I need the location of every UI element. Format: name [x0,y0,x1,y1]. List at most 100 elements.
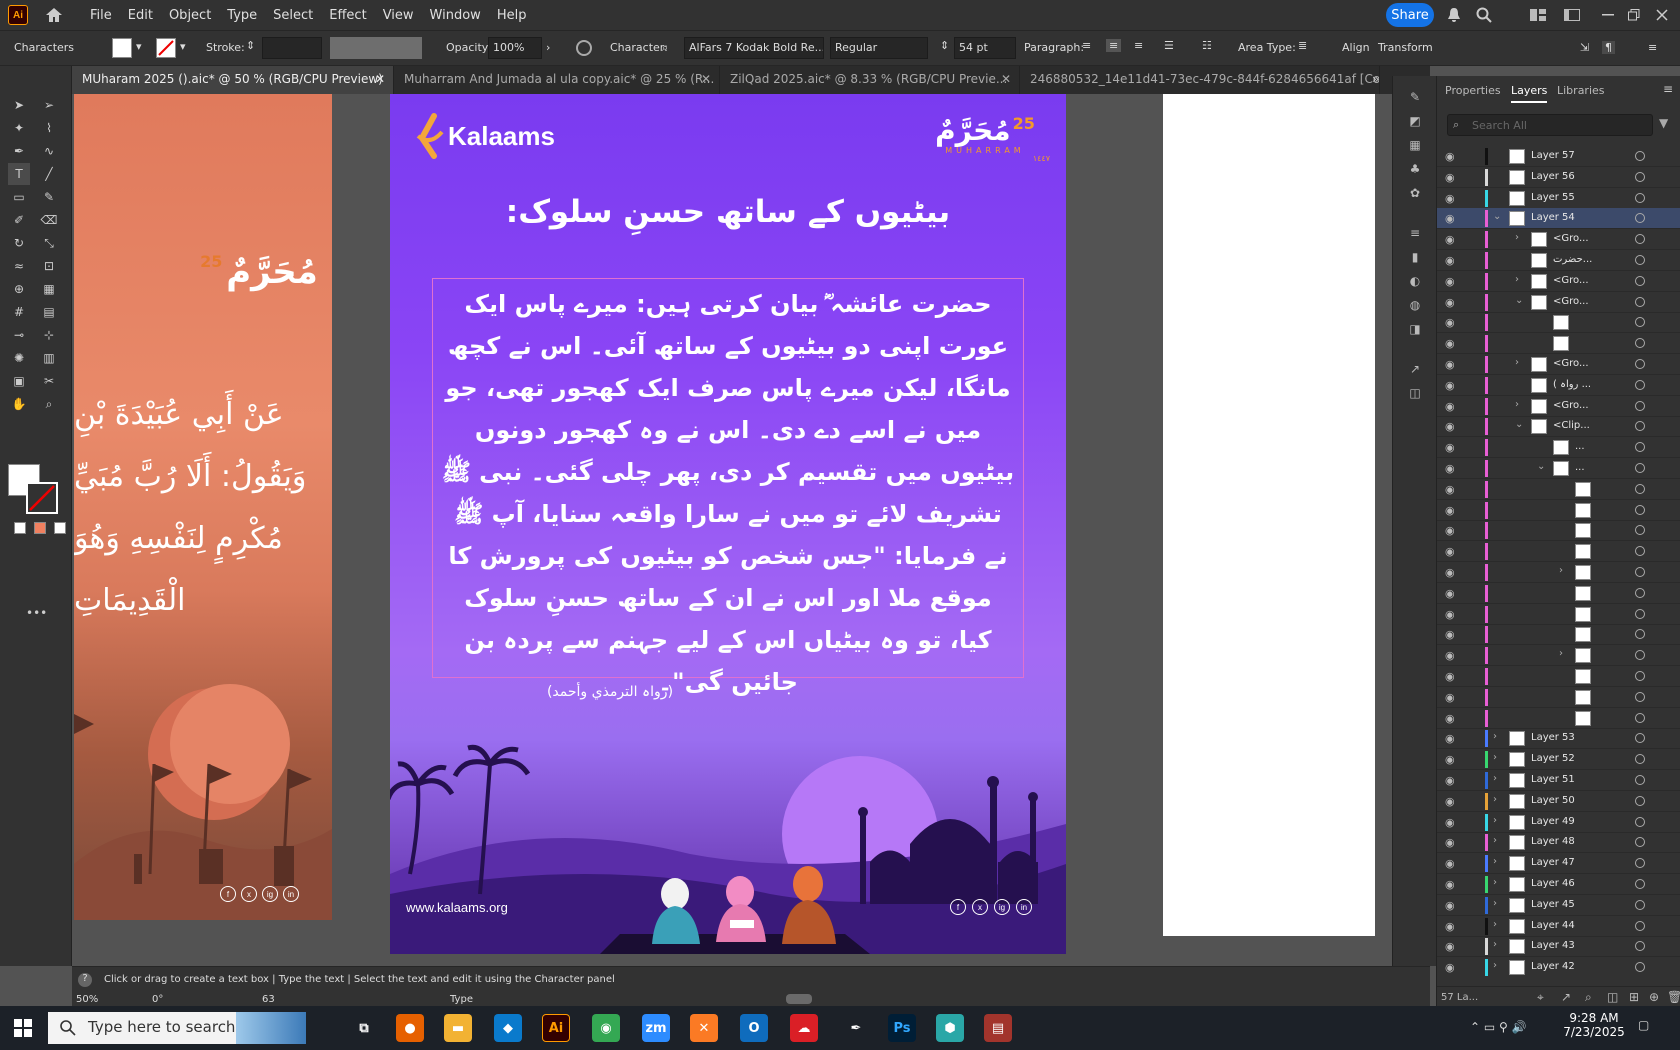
layer-row[interactable]: ◉ ⌄... [1437,458,1680,479]
illustrator-icon[interactable]: Ai [542,1014,570,1042]
menu-item-effect[interactable]: Effect [329,8,366,23]
close-icon[interactable] [1652,5,1672,25]
chevron-right-icon[interactable]: › [1559,565,1563,576]
menu-item-file[interactable]: File [90,8,112,23]
image-trace-icon[interactable]: ◩ [1404,110,1426,132]
target-icon[interactable] [1635,171,1645,182]
eye-icon[interactable]: ◉ [1445,940,1459,953]
eye-icon[interactable]: ◉ [1445,920,1459,933]
tab-zilqad-2025[interactable]: ZilQad 2025.aic* @ 8.33 % (RGB/CPU Previ… [720,66,1020,94]
arrange-icon[interactable] [1562,5,1582,25]
social-ig-icon[interactable]: ig [994,899,1010,915]
chevron-right-icon[interactable]: › [1493,960,1497,971]
free-transform-tool-icon[interactable]: ⊡ [38,255,60,277]
tab-layers[interactable]: Layers [1511,84,1548,103]
curvature-tool-icon[interactable]: ∿ [38,140,60,162]
clip-mask-icon[interactable]: ◫ [1607,990,1618,1004]
home-icon[interactable] [44,5,64,25]
transparency-icon[interactable]: ◐ [1404,270,1426,292]
artboard-tool-icon[interactable]: ▣ [8,370,30,392]
color-mode-icon[interactable] [14,522,26,534]
layer-row[interactable]: ◉ Layer 57 [1437,146,1680,167]
eye-icon[interactable]: ◉ [1445,233,1459,246]
social-in-icon[interactable]: in [1016,899,1032,915]
eye-icon[interactable]: ◉ [1445,816,1459,829]
vscode-icon[interactable]: ◆ [494,1014,522,1042]
line-segment-tool-icon[interactable]: ╱ [38,163,60,185]
stroke-panel-icon[interactable]: ≡ [1404,222,1426,244]
font-size-field[interactable]: 54 pt [954,37,1016,59]
file-explorer-icon[interactable]: ▬ [444,1014,472,1042]
graphic-styles-icon[interactable]: ◨ [1404,318,1426,340]
artboard-number-field[interactable]: 63 [262,994,312,1006]
creative-cloud-icon[interactable]: ☁ [790,1014,818,1042]
app-icon[interactable]: ⬢ [936,1014,964,1042]
type-tool-icon[interactable]: T [8,163,30,185]
isolate-icon[interactable]: ⇲ [1580,41,1589,54]
target-icon[interactable] [1635,234,1645,245]
layer-row[interactable]: ◉ [1437,687,1680,708]
align-left-icon[interactable]: ≡ [1082,39,1091,52]
align-panel-link[interactable]: Align [1342,41,1370,54]
eye-icon[interactable]: ◉ [1445,358,1459,371]
layer-row[interactable]: ◉ › Layer 48 [1437,832,1680,854]
target-icon[interactable] [1635,754,1645,765]
export-icon[interactable]: ↗ [1404,358,1426,380]
layer-row[interactable]: ◉ › Layer 45 [1437,895,1680,916]
social-x-icon[interactable]: x [972,899,988,915]
bell-icon[interactable] [1444,5,1464,25]
zoom-tool-icon[interactable]: ⌕ [38,393,60,415]
search-icon[interactable] [1474,5,1494,25]
target-icon[interactable] [1635,483,1645,494]
target-icon[interactable] [1635,879,1645,889]
font-size-stepper-icon[interactable]: ⇕ [940,39,949,52]
font-style-field[interactable]: Regular [830,37,928,59]
chevron-down-icon[interactable]: ⌄ [1515,295,1523,306]
chevron-right-icon[interactable]: › [1515,357,1519,368]
target-icon[interactable] [1635,421,1645,432]
layer-row[interactable]: ◉ ⌄ <Clip... [1437,416,1680,438]
selection-tool-icon[interactable]: ➤ [8,94,30,116]
mesh-tool-icon[interactable]: # [8,301,30,323]
new-sublayer-icon[interactable]: ⊞ [1629,990,1639,1004]
eye-icon[interactable]: ◉ [1445,732,1459,745]
layer-row[interactable]: ◉ › [1437,645,1680,667]
export-icon[interactable]: ↗ [1561,990,1571,1004]
target-icon[interactable] [1635,837,1645,848]
task-view-icon[interactable]: ⧉ [350,1014,378,1042]
share-button[interactable]: Share [1386,3,1434,27]
target-icon[interactable] [1635,567,1645,577]
eye-icon[interactable]: ◉ [1445,337,1459,350]
target-icon[interactable] [1635,899,1645,910]
none-mode-icon[interactable] [54,522,66,534]
notification-icon[interactable]: ▢ [1638,1018,1649,1032]
close-icon[interactable]: ✕ [375,72,385,86]
layer-row[interactable]: ◉ ⌄ <Gro... [1437,292,1680,313]
eye-icon[interactable]: ◉ [1445,504,1459,517]
minimize-icon[interactable] [1598,5,1618,25]
new-layer-icon[interactable]: ⊕ [1649,990,1659,1004]
restore-icon[interactable] [1624,5,1644,25]
social-ig-icon[interactable]: ig [262,886,278,902]
chevron-right-icon[interactable]: › [546,41,550,54]
chevron-right-icon[interactable]: › [1493,773,1497,784]
paintbrush-tool-icon[interactable]: ✎ [38,186,60,208]
chevron-right-icon[interactable]: › [1493,919,1497,930]
menu-item-object[interactable]: Object [169,8,211,23]
layers-search-input[interactable]: Search All [1447,114,1653,136]
layer-row[interactable]: ◉ ( رواہ ... [1437,375,1680,396]
chevron-right-icon[interactable]: › [1515,399,1519,410]
swatches-icon[interactable]: ▦ [1404,134,1426,156]
eye-icon[interactable]: ◉ [1445,878,1459,891]
app-logo[interactable]: Ai [8,5,28,25]
artboard-blank[interactable] [1163,94,1375,936]
eye-icon[interactable]: ◉ [1445,774,1459,787]
layer-row[interactable]: ◉ › <Gro... [1437,396,1680,417]
help-icon[interactable]: ? [78,973,92,987]
appearance-icon[interactable]: ◍ [1404,294,1426,316]
artboards-icon[interactable]: ◫ [1404,382,1426,404]
target-icon[interactable] [1635,317,1645,328]
clock[interactable]: 9:28 AM 7/23/2025 [1562,1011,1626,1039]
opacity-field[interactable]: 100% [488,37,542,59]
artboard-left[interactable]: مُحَرَّمٌ 25 عَنْ أَبِي عُبَيْدَةَ بْنِ و… [74,94,332,920]
